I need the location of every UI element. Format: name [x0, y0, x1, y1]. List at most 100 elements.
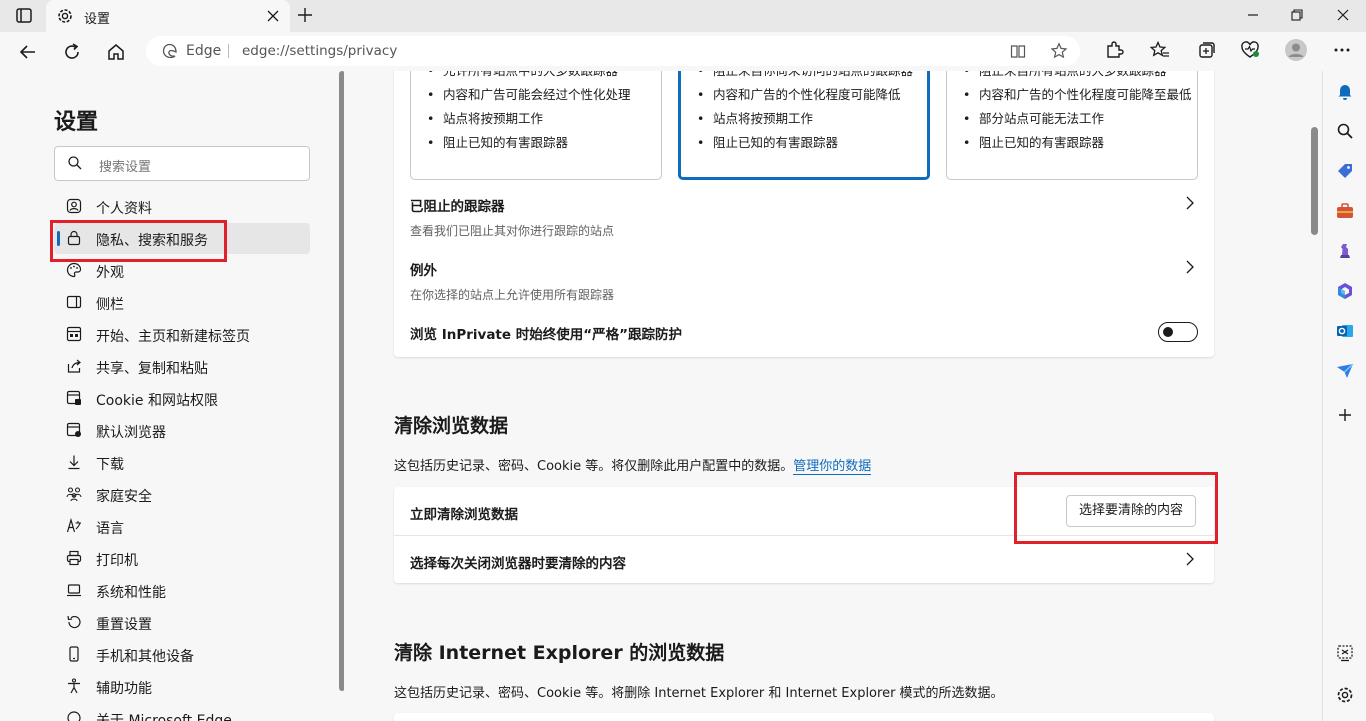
bullet-item: 站点将按预期工作 — [695, 107, 913, 131]
main-scrollbar[interactable] — [1307, 123, 1321, 721]
sidebar-item-system-performance[interactable]: 系统和性能 — [54, 575, 310, 606]
sidebar-item-profiles[interactable]: 个人资料 — [54, 191, 310, 222]
accessibility-icon — [66, 678, 82, 694]
browser-essentials-icon[interactable] — [1240, 40, 1260, 64]
sidebar-item-label: 语言 — [96, 521, 124, 537]
immersive-reader-icon[interactable] — [1010, 43, 1026, 63]
refresh-icon[interactable] — [60, 40, 84, 64]
palette-icon — [66, 262, 82, 278]
edge-logo-icon — [162, 43, 178, 63]
bullet-item: 站点将按预期工作 — [425, 107, 631, 131]
bullet-item: 阻止已知的有害跟踪器 — [961, 131, 1192, 155]
sidebar-item-label: 个人资料 — [96, 201, 152, 217]
settings-search-input[interactable]: 搜索设置 — [54, 146, 310, 181]
sidebar-item-share-copy-paste[interactable]: 共享、复制和粘贴 — [54, 351, 310, 382]
sidebar-item-label: 打印机 — [96, 553, 138, 569]
printer-icon — [66, 550, 82, 566]
screenshot-capture-icon[interactable] — [1335, 643, 1355, 663]
sidebar-item-label: 侧栏 — [96, 297, 124, 313]
manage-data-link[interactable]: 管理你的数据 — [793, 459, 872, 475]
sidebar-item-label: Cookie 和网站权限 — [96, 393, 218, 409]
sidebar-item-about[interactable]: 关于 Microsoft Edge — [54, 703, 310, 721]
chevron-right-icon[interactable] — [1182, 259, 1198, 279]
games-chess-icon[interactable] — [1335, 241, 1355, 261]
balanced-bullet-list: 阻止来自你尚未访问的站点的跟踪器 内容和广告的个性化程度可能降低 站点将按预期工… — [695, 71, 913, 155]
notifications-bell-icon[interactable] — [1335, 81, 1355, 101]
chevron-right-icon[interactable] — [1182, 551, 1198, 571]
microsoft-365-icon[interactable] — [1335, 281, 1355, 301]
url-text[interactable]: edge://settings/privacy — [242, 43, 397, 59]
sidebar-item-downloads[interactable]: 下载 — [54, 447, 310, 478]
language-icon — [66, 517, 82, 534]
sidebar-item-label: 开始、主页和新建标签页 — [96, 329, 250, 345]
search-placeholder: 搜索设置 — [99, 160, 152, 175]
browser-tab[interactable]: 设置 — [46, 0, 290, 32]
blocked-trackers-title[interactable]: 已阻止的跟踪器 — [410, 195, 505, 215]
clear-data-desc-text: 这包括历史记录、密码、Cookie 等。将仅删除此用户配置中的数据。 — [394, 459, 794, 474]
chevron-right-icon[interactable] — [1182, 195, 1198, 215]
close-window-icon[interactable] — [1334, 6, 1352, 28]
sidebar-item-label: 家庭安全 — [96, 489, 152, 505]
home-icon[interactable] — [104, 40, 128, 64]
sidebar-icon — [66, 294, 82, 310]
download-icon — [66, 454, 82, 470]
clear-ie-card — [394, 713, 1214, 721]
sidebar-item-languages[interactable]: 语言 — [54, 511, 310, 542]
address-bar[interactable]: Edge edge://settings/privacy — [146, 36, 1080, 66]
shopping-tag-icon[interactable] — [1335, 161, 1355, 181]
sidebar-item-label: 手机和其他设备 — [96, 649, 194, 665]
phone-icon — [66, 646, 82, 662]
bullet-item: 阻止已知的有害跟踪器 — [695, 131, 913, 155]
sidebar-item-sidebar[interactable]: 侧栏 — [54, 287, 310, 318]
sidebar-item-label: 外观 — [96, 265, 124, 281]
tab-title: 设置 — [84, 12, 111, 27]
search-icon[interactable] — [1335, 121, 1355, 141]
new-tab-icon[interactable] — [296, 6, 314, 28]
add-sidebar-app-icon[interactable] — [1335, 405, 1355, 425]
close-tab-icon[interactable] — [264, 7, 282, 29]
sidebar-item-appearance[interactable]: 外观 — [54, 255, 310, 286]
inprivate-strict-label: 浏览 InPrivate 时始终使用“严格”跟踪防护 — [410, 327, 682, 343]
sidebar-item-accessibility[interactable]: 辅助功能 — [54, 671, 310, 702]
more-options-icon[interactable] — [1332, 40, 1352, 64]
main-scrollbar-thumb[interactable] — [1311, 127, 1318, 235]
highlight-frame-clear-button — [1014, 472, 1218, 544]
sidebar-item-default-browser[interactable]: 默认浏览器 — [54, 415, 310, 446]
page-title: 设置 — [54, 110, 99, 135]
tab-actions-icon[interactable] — [12, 6, 36, 26]
sidebar-item-phone-devices[interactable]: 手机和其他设备 — [54, 639, 310, 670]
favorites-icon[interactable] — [1149, 40, 1170, 64]
bullet-item: 部分站点可能无法工作 — [961, 107, 1192, 131]
bullet-item: 阻止来自所有站点的大多数跟踪器 — [961, 71, 1192, 83]
sidebar-item-reset-settings[interactable]: 重置设置 — [54, 607, 310, 638]
extensions-icon[interactable] — [1104, 40, 1124, 64]
collections-icon[interactable] — [1196, 40, 1216, 64]
restore-icon[interactable] — [1288, 6, 1306, 28]
sidebar-item-label: 下载 — [96, 457, 124, 473]
outlook-icon[interactable] — [1335, 321, 1355, 341]
bullet-item: 允许所有站点中的大多数跟踪器 — [425, 71, 631, 83]
sidebar-item-family-safety[interactable]: 家庭安全 — [54, 479, 310, 510]
profile-icon — [66, 198, 82, 214]
exceptions-title[interactable]: 例外 — [410, 259, 437, 279]
minimize-icon[interactable] — [1244, 6, 1262, 28]
sidebar-item-label: 系统和性能 — [96, 585, 166, 601]
sidebar-item-start-home-newtab[interactable]: 开始、主页和新建标签页 — [54, 319, 310, 350]
edge-sidebar — [1322, 71, 1366, 721]
tools-briefcase-icon[interactable] — [1335, 201, 1355, 221]
inprivate-strict-toggle[interactable] — [1158, 322, 1198, 342]
tracking-option-strict[interactable]: 阻止来自所有站点的大多数跟踪器 内容和广告的个性化程度可能降至最低 部分站点可能… — [946, 71, 1198, 180]
search-icon — [67, 155, 83, 175]
basic-bullet-list: 允许所有站点中的大多数跟踪器 内容和广告可能会经过个性化处理 站点将按预期工作 … — [425, 71, 631, 155]
sidebar-item-printers[interactable]: 打印机 — [54, 543, 310, 574]
family-icon — [66, 486, 82, 502]
tracking-option-basic[interactable]: 允许所有站点中的大多数跟踪器 内容和广告可能会经过个性化处理 站点将按预期工作 … — [410, 71, 662, 180]
sidebar-settings-gear-icon[interactable] — [1335, 685, 1355, 705]
add-favorite-icon[interactable] — [1050, 42, 1068, 64]
drop-send-icon[interactable] — [1335, 361, 1355, 381]
back-icon[interactable] — [16, 40, 40, 64]
sidebar-item-cookies-permissions[interactable]: Cookie 和网站权限 — [54, 383, 310, 414]
tracking-option-balanced[interactable]: 阻止来自你尚未访问的站点的跟踪器 内容和广告的个性化程度可能降低 站点将按预期工… — [678, 71, 930, 180]
clear-on-close-label[interactable]: 选择每次关闭浏览器时要清除的内容 — [410, 552, 626, 572]
profile-avatar-icon[interactable] — [1284, 38, 1308, 66]
